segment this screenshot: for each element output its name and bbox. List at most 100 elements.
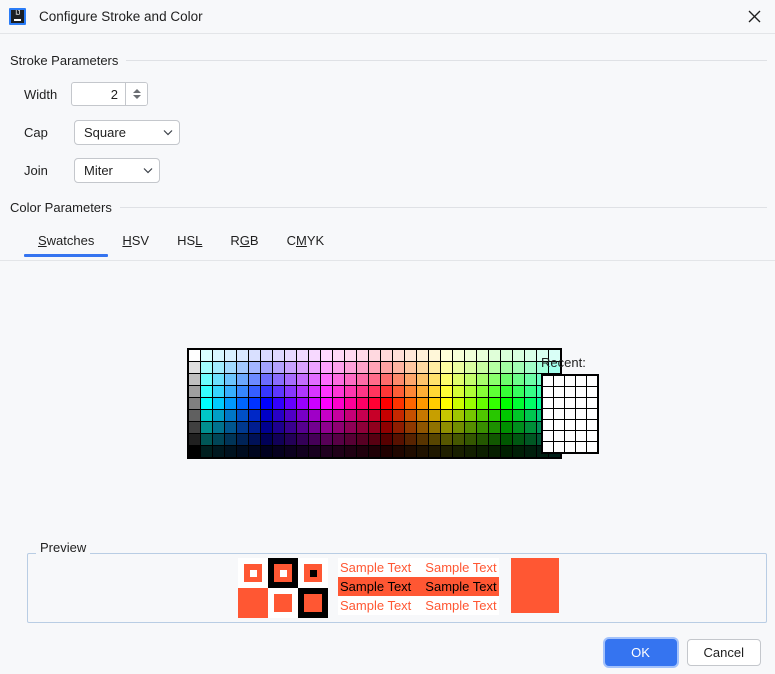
swatch-cell[interactable]	[189, 386, 200, 397]
swatch-cell[interactable]	[393, 434, 404, 445]
swatch-cell[interactable]	[501, 446, 512, 457]
recent-cell[interactable]	[554, 431, 564, 441]
swatch-cell[interactable]	[273, 434, 284, 445]
swatch-cell[interactable]	[489, 410, 500, 421]
swatch-cell[interactable]	[489, 374, 500, 385]
swatch-cell[interactable]	[285, 398, 296, 409]
swatch-cell[interactable]	[405, 410, 416, 421]
recent-cell[interactable]	[565, 409, 575, 419]
swatch-cell[interactable]	[501, 422, 512, 433]
swatch-cell[interactable]	[357, 374, 368, 385]
swatch-cell[interactable]	[213, 350, 224, 361]
swatch-cell[interactable]	[357, 410, 368, 421]
swatch-cell[interactable]	[345, 410, 356, 421]
recent-cell[interactable]	[565, 442, 575, 452]
swatch-cell[interactable]	[393, 362, 404, 373]
swatch-cell[interactable]	[405, 386, 416, 397]
swatch-cell[interactable]	[501, 386, 512, 397]
swatch-cell[interactable]	[441, 410, 452, 421]
swatch-cell[interactable]	[309, 374, 320, 385]
swatch-cell[interactable]	[333, 386, 344, 397]
swatch-cell[interactable]	[489, 386, 500, 397]
swatch-cell[interactable]	[513, 386, 524, 397]
swatch-cell[interactable]	[309, 434, 320, 445]
recent-cell[interactable]	[554, 442, 564, 452]
swatch-cell[interactable]	[273, 350, 284, 361]
swatch-cell[interactable]	[309, 386, 320, 397]
swatch-cell[interactable]	[297, 362, 308, 373]
swatch-cell[interactable]	[477, 410, 488, 421]
swatch-cell[interactable]	[441, 386, 452, 397]
swatch-cell[interactable]	[393, 398, 404, 409]
swatch-cell[interactable]	[381, 386, 392, 397]
swatch-cell[interactable]	[513, 374, 524, 385]
swatch-grid[interactable]	[187, 348, 562, 459]
swatch-cell[interactable]	[309, 446, 320, 457]
swatch-cell[interactable]	[249, 350, 260, 361]
swatch-cell[interactable]	[417, 422, 428, 433]
swatch-cell[interactable]	[249, 446, 260, 457]
swatch-cell[interactable]	[345, 374, 356, 385]
swatch-cell[interactable]	[249, 386, 260, 397]
recent-cell[interactable]	[543, 442, 553, 452]
swatch-cell[interactable]	[225, 434, 236, 445]
swatch-cell[interactable]	[453, 422, 464, 433]
swatch-cell[interactable]	[477, 386, 488, 397]
swatch-cell[interactable]	[429, 422, 440, 433]
swatch-cell[interactable]	[465, 362, 476, 373]
swatch-cell[interactable]	[201, 350, 212, 361]
swatch-cell[interactable]	[333, 410, 344, 421]
spinner-up-icon[interactable]	[132, 89, 141, 93]
recent-cell[interactable]	[554, 387, 564, 397]
swatch-cell[interactable]	[429, 434, 440, 445]
swatch-cell[interactable]	[453, 446, 464, 457]
swatch-cell[interactable]	[489, 362, 500, 373]
swatch-cell[interactable]	[261, 386, 272, 397]
swatch-cell[interactable]	[285, 350, 296, 361]
swatch-cell[interactable]	[369, 422, 380, 433]
swatch-cell[interactable]	[453, 350, 464, 361]
swatch-cell[interactable]	[297, 422, 308, 433]
swatch-cell[interactable]	[477, 362, 488, 373]
swatch-cell[interactable]	[477, 374, 488, 385]
swatch-cell[interactable]	[453, 398, 464, 409]
swatch-cell[interactable]	[453, 410, 464, 421]
swatch-cell[interactable]	[417, 350, 428, 361]
swatch-cell[interactable]	[333, 374, 344, 385]
swatch-cell[interactable]	[297, 434, 308, 445]
swatch-cell[interactable]	[357, 350, 368, 361]
swatch-cell[interactable]	[249, 374, 260, 385]
swatch-cell[interactable]	[309, 410, 320, 421]
swatch-cell[interactable]	[381, 434, 392, 445]
swatch-cell[interactable]	[249, 398, 260, 409]
swatch-cell[interactable]	[237, 386, 248, 397]
swatch-cell[interactable]	[237, 446, 248, 457]
recent-cell[interactable]	[554, 376, 564, 386]
swatch-cell[interactable]	[525, 410, 536, 421]
swatch-cell[interactable]	[381, 362, 392, 373]
swatch-cell[interactable]	[345, 350, 356, 361]
swatch-cell[interactable]	[465, 398, 476, 409]
swatch-cell[interactable]	[417, 374, 428, 385]
swatch-cell[interactable]	[369, 410, 380, 421]
swatch-cell[interactable]	[369, 374, 380, 385]
swatch-cell[interactable]	[405, 350, 416, 361]
recent-cell[interactable]	[565, 387, 575, 397]
close-button[interactable]	[733, 0, 775, 32]
swatch-cell[interactable]	[453, 434, 464, 445]
swatch-cell[interactable]	[525, 422, 536, 433]
swatch-cell[interactable]	[465, 410, 476, 421]
recent-cell[interactable]	[543, 420, 553, 430]
recent-cell[interactable]	[587, 442, 597, 452]
swatch-cell[interactable]	[489, 398, 500, 409]
swatch-cell[interactable]	[441, 446, 452, 457]
recent-cell[interactable]	[587, 409, 597, 419]
swatch-cell[interactable]	[477, 422, 488, 433]
swatch-cell[interactable]	[261, 410, 272, 421]
swatch-cell[interactable]	[201, 374, 212, 385]
swatch-cell[interactable]	[225, 350, 236, 361]
swatch-cell[interactable]	[453, 386, 464, 397]
swatch-cell[interactable]	[297, 410, 308, 421]
swatch-cell[interactable]	[441, 362, 452, 373]
swatch-cell[interactable]	[465, 446, 476, 457]
